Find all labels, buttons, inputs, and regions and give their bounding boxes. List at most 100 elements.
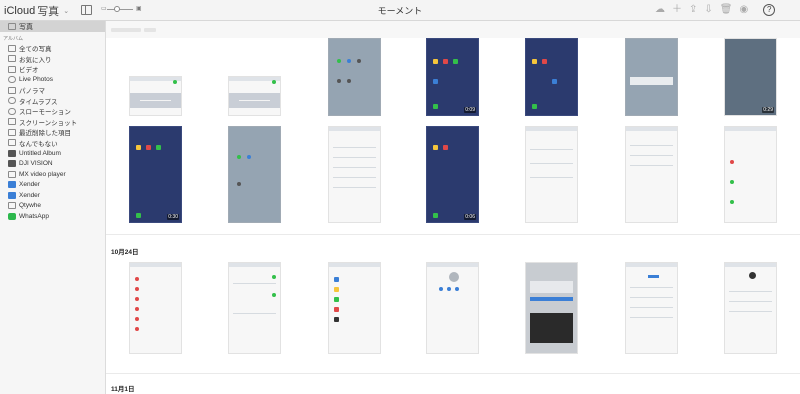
photo-thumbnail[interactable] — [625, 38, 678, 116]
sidebar-item-live-photos[interactable]: Live Photos — [0, 75, 105, 86]
app-icon — [433, 104, 438, 109]
share-icon[interactable]: ⇪ — [689, 3, 697, 17]
sidebar-item-label: Untitled Album — [19, 149, 61, 157]
photo-thumbnail[interactable] — [426, 262, 479, 354]
sidebar-item-label: パノラマ — [19, 88, 45, 96]
status-dot — [135, 327, 139, 331]
sidebar-item-slowmo[interactable]: スローモーション — [0, 106, 105, 117]
photo-thumbnail[interactable] — [625, 262, 678, 354]
status-bar — [329, 263, 380, 267]
photo-thumbnail[interactable] — [724, 262, 777, 354]
zoom-slider[interactable]: ▭ ▣ — [101, 5, 142, 13]
sidebar-item-recently-deleted[interactable]: 最近削除した項目 — [0, 127, 105, 138]
control-icon — [237, 155, 241, 159]
sidebar-toggle-icon[interactable] — [81, 5, 92, 15]
photo-thumbnail[interactable] — [228, 126, 281, 223]
list-divider — [530, 149, 573, 150]
help-icon[interactable]: ? — [763, 4, 776, 16]
status-dot — [135, 277, 139, 281]
control-icon — [347, 59, 351, 63]
sidebar-item-timelapse[interactable]: タイムラプス — [0, 96, 105, 107]
photo-thumbnail[interactable] — [525, 38, 578, 116]
sidebar-item-all-photos[interactable]: 全ての写真 — [0, 43, 105, 54]
app-icon — [334, 297, 339, 302]
app-icon — [433, 79, 438, 84]
sidebar-item-label: ビデオ — [19, 67, 39, 75]
app-icon — [334, 287, 339, 292]
section-divider — [106, 373, 800, 374]
app-icon — [334, 317, 339, 322]
app-icon — [453, 59, 458, 64]
status-bar — [725, 127, 776, 131]
list-divider — [530, 163, 573, 164]
trash-icon — [8, 128, 16, 136]
zoom-out-icon[interactable]: ▭ — [101, 5, 107, 12]
photo-thumbnail[interactable] — [525, 126, 578, 223]
photo-thumbnail[interactable]: 0:06 — [426, 126, 479, 223]
app-icon — [552, 79, 557, 84]
sidebar-item-photos[interactable]: 写真 — [0, 21, 105, 32]
sidebar: 写真 アルバム 全ての写真 お気に入り ビデオ Live Photos パノラマ… — [0, 21, 106, 394]
toolbar: iCloud 写真 ⌄ ▭ ▣ モーメント ☁ ＋ ⇪ ⇩ 🗑 ◉ ? — [0, 0, 800, 21]
list-divider — [630, 317, 673, 318]
app-switcher[interactable]: iCloud 写真 ⌄ — [4, 3, 69, 19]
live-photos-icon — [8, 76, 16, 84]
sidebar-item-album[interactable]: Untitled Album — [0, 148, 105, 159]
status-bar — [329, 127, 380, 131]
photo-thumbnail[interactable]: 0:30 — [129, 126, 182, 223]
app-label: 写真 — [37, 6, 60, 18]
keypad-area — [130, 93, 181, 108]
photo-thumbnail[interactable] — [525, 262, 578, 354]
photo-thumbnail[interactable] — [724, 126, 777, 223]
status-dot — [135, 307, 139, 311]
list-divider — [630, 307, 673, 308]
account-icon[interactable]: ◉ — [739, 3, 748, 17]
video-icon — [8, 65, 16, 73]
panorama-icon — [8, 86, 16, 94]
sidebar-item-album[interactable]: なんでもない — [0, 138, 105, 149]
sidebar-item-favorites[interactable]: お気に入り — [0, 54, 105, 65]
download-icon[interactable]: ⇩ — [704, 3, 712, 17]
list-divider — [630, 155, 673, 156]
zoom-track[interactable] — [107, 9, 133, 10]
photo-preview — [530, 313, 573, 343]
photo-thumbnail[interactable] — [228, 76, 281, 116]
zoom-knob[interactable] — [114, 6, 120, 12]
sidebar-item-videos[interactable]: ビデオ — [0, 64, 105, 75]
photo-thumbnail[interactable] — [625, 126, 678, 223]
control-icon — [247, 155, 251, 159]
status-dot — [730, 160, 734, 164]
photo-thumbnail[interactable]: 0:29 — [724, 38, 777, 116]
upload-cloud-icon[interactable]: ☁ — [655, 3, 665, 17]
control-icon — [337, 79, 341, 83]
list-divider — [233, 283, 276, 284]
app-icon — [334, 307, 339, 312]
photo-thumbnail[interactable] — [328, 126, 381, 223]
toggle-icon — [272, 293, 276, 297]
photo-thumbnail[interactable] — [328, 38, 381, 116]
sheet — [530, 281, 573, 293]
sidebar-item-album[interactable]: DJI VISION — [0, 159, 105, 170]
photo-thumbnail[interactable] — [129, 76, 182, 116]
photo-thumbnail[interactable] — [328, 262, 381, 354]
sidebar-item-screenshots[interactable]: スクリーンショット — [0, 117, 105, 128]
duration-badge: 0:09 — [464, 107, 476, 113]
zoom-in-icon[interactable]: ▣ — [136, 5, 142, 12]
sidebar-item-album[interactable]: WhatsApp — [0, 211, 105, 222]
list-divider — [333, 147, 376, 148]
sidebar-item-album[interactable]: MX video player — [0, 169, 105, 180]
sidebar-item-album[interactable]: Qtywhe — [0, 201, 105, 212]
sidebar-item-album[interactable]: Xender — [0, 190, 105, 201]
album-icon — [8, 170, 16, 178]
trash-icon[interactable]: 🗑 — [720, 3, 733, 17]
avatar — [449, 272, 459, 282]
photo-thumbnail[interactable] — [129, 262, 182, 354]
photo-thumbnail[interactable] — [228, 262, 281, 354]
duration-badge: 0:06 — [464, 214, 476, 220]
add-icon[interactable]: ＋ — [672, 3, 682, 17]
status-bar — [427, 263, 478, 267]
sidebar-item-album[interactable]: Xender — [0, 180, 105, 191]
sidebar-item-panorama[interactable]: パノラマ — [0, 85, 105, 96]
progress — [530, 297, 573, 301]
photo-thumbnail[interactable]: 0:09 — [426, 38, 479, 116]
